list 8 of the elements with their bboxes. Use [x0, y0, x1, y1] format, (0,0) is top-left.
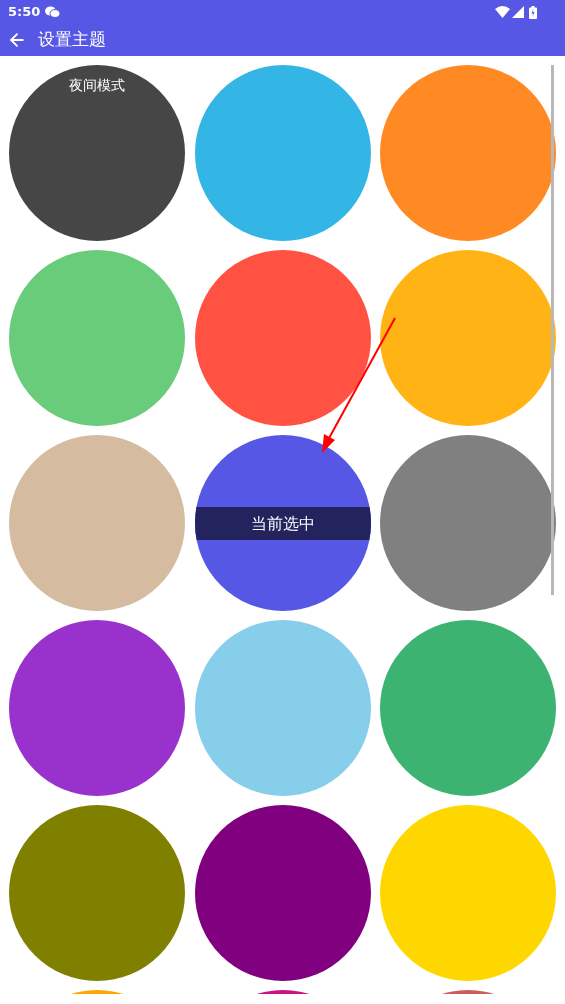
chat-bubbles-icon: [45, 6, 61, 18]
status-time: 5:50: [8, 3, 41, 22]
page-title: 设置主题: [38, 28, 106, 52]
theme-label: 夜间模式: [69, 76, 125, 95]
battery-icon: [529, 5, 537, 19]
selected-banner: 当前选中: [194, 507, 371, 540]
signal-icon: [512, 6, 524, 18]
wifi-icon: [495, 6, 510, 18]
